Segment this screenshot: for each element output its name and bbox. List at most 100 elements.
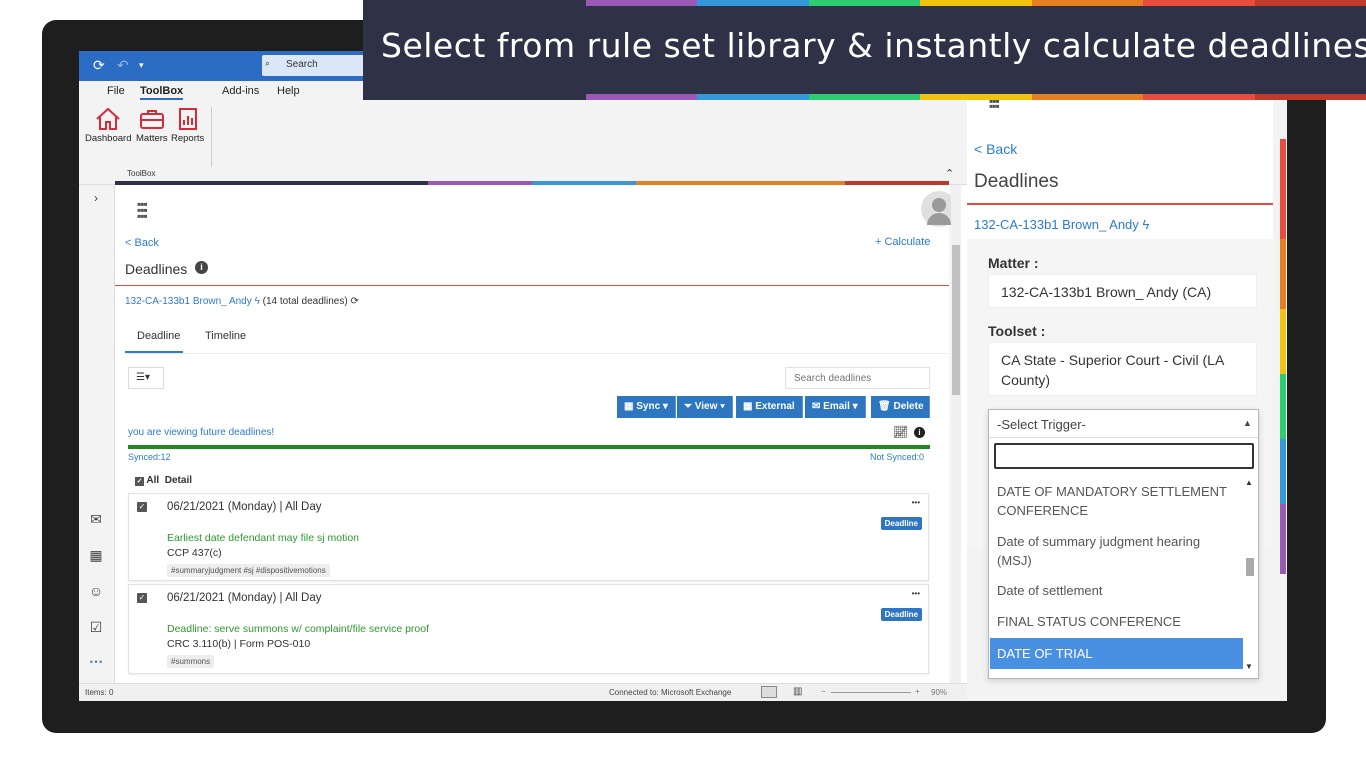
sync-button[interactable]: ▦ Sync ▾ xyxy=(617,396,676,418)
view-filter-icon: ⏷ xyxy=(684,401,695,412)
deadline-badge: Deadline xyxy=(880,608,922,621)
dashboard-button[interactable]: Dashboard xyxy=(85,107,131,144)
more-apps-icon[interactable]: ⋯ xyxy=(87,653,105,671)
dashboard-label: Dashboard xyxy=(85,133,132,144)
entry-description: Earliest date defendant may file sj moti… xyxy=(167,532,360,544)
accent-stripe xyxy=(1280,504,1286,574)
toolset-field[interactable]: CA State - Superior Court - Civil (LA Co… xyxy=(988,342,1257,396)
reading-view-icon[interactable]: ▥ xyxy=(793,686,802,697)
menu-toolbox[interactable]: ToolBox xyxy=(140,85,184,100)
list-item[interactable]: ✓ 06/21/2021 (Monday) | All Day ••• Dead… xyxy=(128,584,929,674)
tab-deadline[interactable]: Deadline xyxy=(137,330,180,342)
title-banner: Select from rule set library & instantly… xyxy=(363,0,1366,100)
undo-icon[interactable]: ↶ xyxy=(117,57,129,74)
sync-label: Sync xyxy=(636,401,661,412)
refresh-icon[interactable]: ⟳ xyxy=(350,296,358,307)
deadline-badge: Deadline xyxy=(880,517,922,530)
row-checkbox[interactable]: ✓ xyxy=(137,593,147,603)
option-mandatory-settlement[interactable]: DATE OF MANDATORY SETTLEMENT CONFERENCE xyxy=(990,482,1243,520)
zoom-slider[interactable] xyxy=(831,692,911,693)
collapse-ribbon-icon[interactable]: ⌃ xyxy=(945,167,954,180)
chart-icon[interactable]: 📈︎ xyxy=(893,425,908,439)
info-icon-small[interactable]: i xyxy=(914,427,925,438)
entry-rule: CCP 437(c) xyxy=(167,547,222,559)
option-date-of-trial[interactable]: DATE OF TRIAL xyxy=(990,638,1243,669)
app-launcher-icon-right[interactable]: ▪▪▪ ▪▪▪ xyxy=(989,95,1000,112)
option-settlement[interactable]: Date of settlement xyxy=(990,581,1243,600)
report-icon xyxy=(178,108,197,130)
items-count: Items: 0 xyxy=(85,688,114,697)
scroll-down-icon[interactable]: ▼ xyxy=(1245,662,1253,671)
trigger-select[interactable]: -Select Trigger- ▲ DATE OF MANDATORY SET… xyxy=(988,409,1259,679)
main-scrollbar[interactable] xyxy=(951,185,961,689)
search-box[interactable]: ⌕ Search xyxy=(262,55,372,76)
email-button[interactable]: ✉ Email ▾ xyxy=(805,396,866,418)
search-label: Search xyxy=(286,59,318,70)
search-icon: ⌕ xyxy=(265,58,271,68)
matter-field[interactable]: 132-CA-133b1 Brown_ Andy (CA) xyxy=(988,274,1257,308)
trigger-select-header[interactable]: -Select Trigger- ▲ xyxy=(989,410,1258,438)
app-launcher-icon[interactable]: ▪▪▪ ▪▪▪ ▪▪▪ xyxy=(137,198,148,222)
ribbon-group-label: ToolBox xyxy=(127,169,156,178)
options-scrollbar-thumb[interactable] xyxy=(1246,558,1254,576)
option-summary-judgment[interactable]: Date of summary judgment hearing (MSJ) xyxy=(990,532,1243,570)
main-scrollbar-thumb[interactable] xyxy=(952,245,960,395)
normal-view-icon[interactable] xyxy=(761,686,777,698)
right-matter-link[interactable]: 132-CA-133b1 Brown_ Andy xyxy=(974,217,1139,232)
zoom-out-icon[interactable]: − xyxy=(821,687,826,696)
synced-count: Synced:12 xyxy=(128,452,171,462)
list-item[interactable]: ✓ 06/21/2021 (Monday) | All Day ••• Dead… xyxy=(128,493,929,581)
row-checkbox[interactable]: ✓ xyxy=(137,502,147,512)
calendar-icon[interactable]: ▦ xyxy=(87,547,105,565)
view-button[interactable]: ⏷ View ▾ xyxy=(677,396,734,418)
delete-label: Delete xyxy=(893,401,924,412)
banner-top-stripe xyxy=(363,0,1366,6)
tabs-divider xyxy=(125,353,949,354)
back-link-right[interactable]: < Back xyxy=(974,141,1017,157)
deadlines-pane: ▪▪▪ ▪▪▪ ▪▪▪ < Back + Calculate Deadlines i… xyxy=(115,185,961,689)
filter-button[interactable]: ☰▾ xyxy=(128,367,164,389)
more-options-icon[interactable]: ••• xyxy=(912,498,920,507)
status-bar: Items: 0 Connected to: Microsoft Exchang… xyxy=(79,683,967,701)
scroll-up-icon[interactable]: ▲ xyxy=(1245,478,1253,487)
right-title: Deadlines xyxy=(974,171,1059,192)
menu-add-ins[interactable]: Add-ins xyxy=(222,85,259,97)
accent-stripe xyxy=(1280,139,1286,239)
email-icon: ✉ xyxy=(812,401,824,412)
total-deadlines: (14 total deadlines) xyxy=(262,296,348,307)
connection-status: Connected to: Microsoft Exchange xyxy=(609,688,732,697)
banner-bottom-stripe xyxy=(363,94,1366,100)
entry-rule: CRC 3.110(b) | Form POS-010 xyxy=(167,638,311,650)
calculate-link[interactable]: + Calculate xyxy=(875,236,930,248)
reports-button[interactable]: Reports xyxy=(171,107,204,144)
matters-button[interactable]: Matters xyxy=(136,107,168,144)
more-options-icon[interactable]: ••• xyxy=(912,589,920,598)
people-icon[interactable]: ☺ xyxy=(87,583,105,601)
tasks-icon[interactable]: ☑ xyxy=(87,619,105,637)
zoom-in-icon[interactable]: + xyxy=(915,687,920,696)
quick-access-dropdown-icon[interactable]: ▾ xyxy=(139,60,144,71)
delete-button[interactable]: 🗑︎ Delete xyxy=(871,396,930,418)
options-scrollbar[interactable]: ▲ ▼ xyxy=(1243,478,1257,674)
sync-icon[interactable]: ⟳ xyxy=(93,57,105,74)
title-divider xyxy=(115,285,949,286)
mail-icon[interactable]: ✉ xyxy=(87,511,105,529)
sync-progress-bar xyxy=(128,445,930,449)
select-all-checkbox[interactable]: ✓ xyxy=(135,477,144,486)
external-button[interactable]: ▦ External xyxy=(736,396,803,418)
tab-timeline[interactable]: Timeline xyxy=(205,330,246,342)
matter-link[interactable]: 132-CA-133b1 Brown_ Andy xyxy=(125,296,252,307)
option-final-status[interactable]: FINAL STATUS CONFERENCE xyxy=(990,612,1243,631)
right-matter-summary: 132-CA-133b1 Brown_ Andy ϟ xyxy=(974,217,1149,232)
entry-tags: #summons xyxy=(167,655,215,668)
entry-description: Deadline: serve summons w/ complaint/fil… xyxy=(167,623,430,635)
trigger-search-input[interactable] xyxy=(994,443,1254,469)
expand-chevron-icon[interactable]: › xyxy=(87,191,105,209)
back-link[interactable]: < Back xyxy=(125,237,159,249)
search-deadlines-input[interactable] xyxy=(785,367,930,389)
right-title-divider xyxy=(967,203,1273,205)
info-icon[interactable]: i xyxy=(195,261,208,274)
bolt-icon-right: ϟ xyxy=(1142,217,1150,232)
menu-help[interactable]: Help xyxy=(277,85,300,97)
menu-file[interactable]: File xyxy=(107,85,125,97)
